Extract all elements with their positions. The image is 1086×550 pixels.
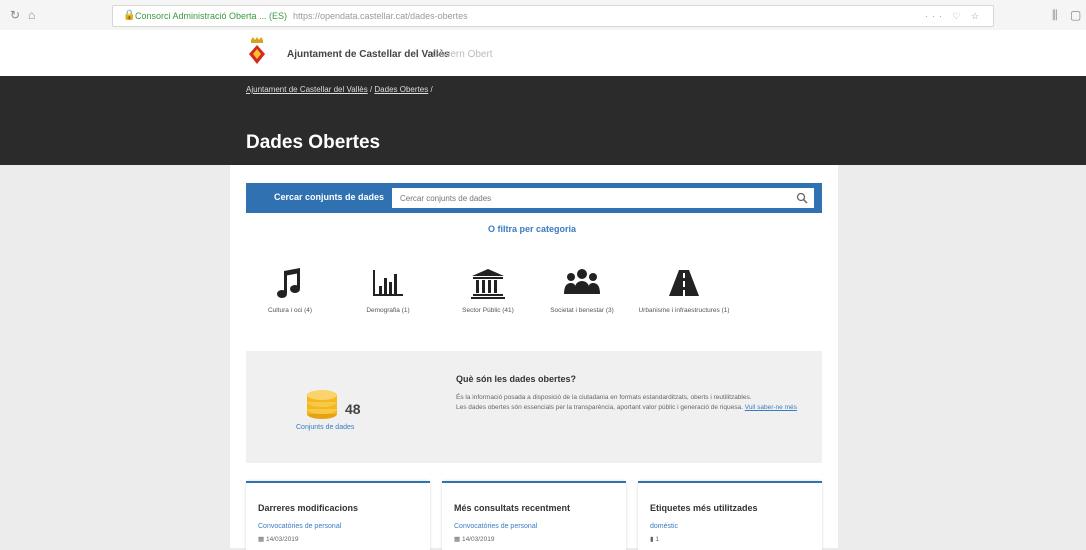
card-top-tags: Etiquetes més utilitzades doméstic ▮ 1 (638, 481, 822, 550)
lock-icon: 🔒 (123, 10, 136, 21)
people-icon (564, 269, 600, 294)
info-text: És la informació posada a disposició de … (456, 393, 802, 413)
card-date: ▦ 14/03/2019 (258, 535, 299, 543)
learn-more-link[interactable]: Vull saber-ne més (745, 404, 797, 411)
reload-icon[interactable]: ↻ (10, 8, 20, 22)
site-subtitle[interactable]: Govern Obert (432, 49, 493, 60)
category-culture[interactable]: Cultura i oci (4) (248, 268, 332, 315)
card-title: Darreres modificacions (258, 503, 359, 513)
site-identity: Consorci Administració Oberta ... (ES) (135, 11, 288, 21)
music-note-icon (277, 268, 300, 298)
search-label: Cercar conjunts de dades (274, 192, 385, 202)
breadcrumb-home[interactable]: Ajuntament de Castellar del Vallès (246, 85, 368, 94)
address-bar[interactable]: 🔒 Consorci Administració Oberta ... (ES)… (112, 5, 994, 27)
database-stack-icon (307, 390, 337, 419)
info-title: Què són les dades obertes? (456, 374, 577, 384)
sidebar-icon[interactable]: ▢ (1070, 8, 1081, 22)
category-society[interactable]: Societat i benestar (3) (544, 268, 620, 315)
category-demography[interactable]: Demografia (1) (352, 268, 424, 315)
url-text[interactable]: https://opendata.castellar.cat/dades-obe… (293, 6, 468, 26)
card-tag-link[interactable]: doméstic (650, 523, 678, 530)
card-title: Més consultats recentment (454, 503, 571, 513)
category-label: Sector Públic (41) (462, 307, 514, 314)
card-tag-count: ▮ 1 (650, 535, 659, 543)
calendar-icon: ▦ (454, 536, 462, 543)
site-header (0, 30, 1086, 76)
calendar-icon: ▦ (258, 536, 266, 543)
info-paragraph-2-text: Les dades obertes són essencials per la … (456, 404, 743, 411)
card-dataset-link[interactable]: Convocatòries de personal (258, 523, 341, 530)
browser-toolbar: ↻ ⌂ 🔒 Consorci Administració Oberta ... … (0, 0, 1086, 31)
breadcrumb-separator: / (369, 85, 373, 94)
category-urbanism[interactable]: Urbanisme i infraestructures (1) (636, 268, 732, 315)
breadcrumb-trailing-separator: / (430, 85, 433, 94)
card-date-value: 14/03/2019 (461, 536, 495, 543)
municipal-logo[interactable] (247, 36, 267, 66)
card-tag-count-value: 1 (655, 536, 660, 543)
library-icon[interactable]: ⫼ (1052, 8, 1058, 23)
dataset-count-label[interactable]: Conjunts de dades (296, 424, 354, 431)
card-title: Etiquetes més utilitzades (650, 503, 758, 513)
card-most-viewed: Més consultats recentment Convocatòries … (442, 481, 626, 550)
road-icon (669, 270, 699, 296)
info-paragraph-1: És la informació posada a disposició de … (456, 394, 752, 401)
category-label: Urbanisme i infraestructures (1) (638, 307, 730, 314)
home-icon[interactable]: ⌂ (28, 8, 35, 22)
category-label: Demografia (1) (366, 307, 410, 314)
info-paragraph-2: Les dades obertes són essencials per la … (456, 403, 802, 413)
search-input[interactable] (392, 188, 814, 208)
address-bar-actions[interactable]: ··· ♡ ☆ (925, 6, 983, 26)
site-title[interactable]: Ajuntament de Castellar del Vallès (287, 49, 450, 60)
search-icon[interactable] (796, 192, 808, 204)
category-label: Societat i benestar (3) (550, 307, 614, 314)
breadcrumb-current[interactable]: Dades Obertes (374, 85, 428, 94)
page-title: Dades Obertes (246, 132, 381, 153)
category-public-sector[interactable]: Sector Públic (41) (448, 268, 528, 315)
card-date: ▦ 14/03/2019 (454, 535, 495, 543)
card-dataset-link[interactable]: Convocatòries de personal (454, 523, 537, 530)
filter-by-category-link[interactable]: O filtra per categoria (432, 224, 632, 234)
dataset-count: 48 (345, 401, 361, 417)
bar-chart-icon (373, 270, 403, 296)
breadcrumb: Ajuntament de Castellar del Vallès / Dad… (246, 85, 433, 94)
hero-banner (0, 76, 1086, 165)
card-date-value: 14/03/2019 (265, 536, 299, 543)
public-building-icon (471, 269, 505, 299)
card-recent-changes: Darreres modificacions Convocatòries de … (246, 481, 430, 550)
category-label: Cultura i oci (4) (267, 307, 313, 314)
